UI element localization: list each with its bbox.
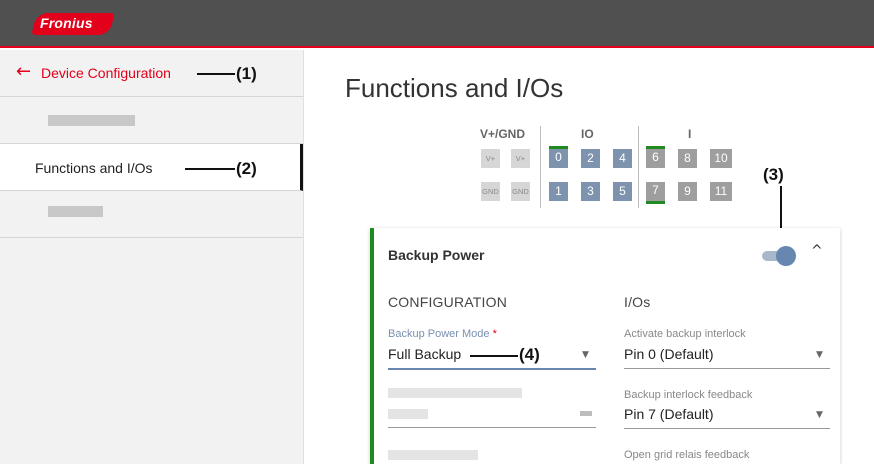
back-label[interactable]: Device Configuration [41,65,171,81]
pin-gnd-2: GND [511,182,530,201]
callout-3: (3) [763,165,784,184]
pin-vplus-2: V+ [511,149,530,168]
redacted-label [48,115,135,126]
pin-4[interactable]: 4 [613,149,632,168]
sidebar-item-placeholder-2[interactable] [0,191,303,238]
group-label-io: IO [581,127,594,141]
card-title: Backup Power [388,247,485,263]
redacted-value [388,409,428,419]
pin-gnd-1: GND [481,182,500,201]
grid-relais-label: Open grid relais feedback [624,449,750,461]
logo-text: Fronius [40,15,93,31]
pin-2[interactable]: 2 [581,149,600,168]
callout-2: (2) [236,159,257,178]
ios-heading: I/Os [624,294,651,310]
field-underline [388,427,596,428]
dropdown-arrow-icon[interactable]: ▼ [816,410,823,420]
interlock-select[interactable]: Pin 0 (Default) [624,346,713,362]
pin-9[interactable]: 9 [678,182,697,201]
callout-4: (4) [519,345,540,364]
pin-10[interactable]: 10 [710,149,732,168]
group-divider [638,126,639,208]
backup-mode-label: Backup Power Mode * [388,328,497,340]
callout-line-1 [197,73,235,75]
page-title: Functions and I/Os [345,73,564,103]
backup-mode-select[interactable]: Full Backup [388,346,461,362]
feedback-select[interactable]: Pin 7 (Default) [624,406,713,422]
dropdown-arrow-icon[interactable]: ▼ [816,350,823,360]
chevron-up-icon[interactable]: ^ [811,243,823,259]
select-underline [624,368,830,369]
pin-vplus-1: V+ [481,149,500,168]
sidebar-item-placeholder-1[interactable] [0,97,303,144]
sidebar-item-label[interactable]: Functions and I/Os [35,160,153,176]
group-label-i: I [688,127,692,141]
pin-8[interactable]: 8 [678,149,697,168]
interlock-label: Activate backup interlock [624,328,746,340]
sidebar-item-functions-ios[interactable]: Functions and I/Os (2) [0,144,303,191]
arrow-left-icon[interactable]: ← [16,61,31,82]
pin-1[interactable]: 1 [549,182,568,201]
select-underline [624,428,830,429]
pin-6[interactable]: 6 [646,146,665,168]
group-divider [540,126,541,208]
pin-5[interactable]: 5 [613,182,632,201]
sidebar: ← Device Configuration (1) Functions and… [0,50,304,464]
redacted-icon [580,411,592,416]
back-to-device-configuration[interactable]: ← Device Configuration (1) [0,50,303,97]
pin-11[interactable]: 11 [710,182,732,201]
pin-3[interactable]: 3 [581,182,600,201]
backup-power-card: Backup Power ^ CONFIGURATION I/Os Backup… [370,228,840,464]
group-label-vgnd: V+/GND [480,127,526,141]
configuration-heading: CONFIGURATION [388,294,508,310]
callout-line-4 [470,355,518,357]
redacted-label [388,388,522,398]
pin-0[interactable]: 0 [549,146,568,168]
dropdown-arrow-icon[interactable]: ▼ [582,350,589,360]
select-underline [388,368,596,370]
toggle-knob[interactable] [776,246,796,266]
feedback-label: Backup interlock feedback [624,389,753,401]
redacted-label [388,450,478,460]
app-header: Fronius [0,0,874,48]
callout-1: (1) [236,64,257,83]
pin-7[interactable]: 7 [646,182,665,204]
callout-line-2 [185,168,235,170]
redacted-label [48,206,103,217]
